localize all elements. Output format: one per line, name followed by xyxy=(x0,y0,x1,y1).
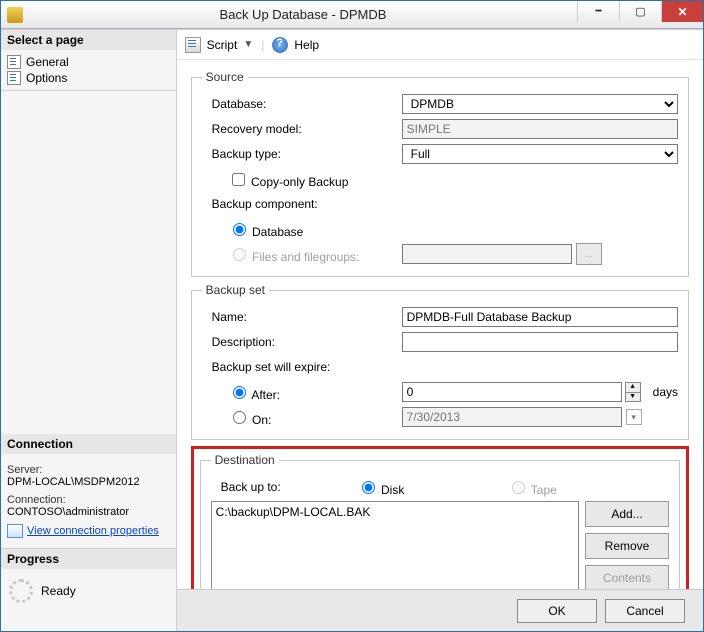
backup-component-label: Backup component: xyxy=(202,197,402,211)
progress-spinner-icon xyxy=(9,579,33,603)
bs-expire-label: Backup set will expire: xyxy=(202,360,402,374)
cancel-button[interactable]: Cancel xyxy=(605,599,685,623)
expire-after-stepper[interactable]: ▲▼ xyxy=(625,382,641,402)
server-label: Server: xyxy=(7,464,170,476)
page-general[interactable]: General xyxy=(7,54,170,70)
ok-button[interactable]: OK xyxy=(517,599,597,623)
script-dropdown-icon[interactable]: ▼ xyxy=(243,39,253,50)
progress-status: Ready xyxy=(41,584,76,598)
component-files-radio: Files and filegroups: xyxy=(228,250,360,264)
progress-header: Progress xyxy=(1,549,176,569)
help-icon xyxy=(272,37,288,53)
select-page-header: Select a page xyxy=(1,30,176,50)
destination-list-item[interactable]: C:\backup\DPM-LOCAL.BAK xyxy=(216,505,574,519)
connection-label: Connection: xyxy=(7,494,170,506)
connection-header: Connection xyxy=(1,434,176,454)
left-pane: Select a page General Options Connection xyxy=(1,30,177,631)
server-value: DPM-LOCAL\MSDPM2012 xyxy=(7,476,170,488)
calendar-dropdown-icon: ▾ xyxy=(626,409,642,425)
toolbar: Script ▼ | Help xyxy=(177,30,703,60)
destination-group: Destination Back up to: Disk Tape C:\bac… xyxy=(200,453,680,589)
recovery-model-label: Recovery model: xyxy=(202,122,402,136)
copy-only-checkbox[interactable]: Copy-only Backup xyxy=(228,175,349,189)
expire-after-unit: days xyxy=(653,385,678,399)
maximize-button[interactable] xyxy=(619,1,661,22)
right-pane: Script ▼ | Help Source Database: DPMDB R… xyxy=(177,30,703,631)
expire-on-radio[interactable]: On: xyxy=(228,413,272,427)
remove-button[interactable]: Remove xyxy=(585,533,669,559)
app-icon xyxy=(7,7,23,23)
filegroups-field xyxy=(402,244,572,264)
expire-after-value[interactable] xyxy=(402,382,622,402)
database-label: Database: xyxy=(202,97,402,111)
expire-on-date xyxy=(402,407,622,427)
backup-type-select[interactable]: Full xyxy=(402,144,678,164)
backup-type-label: Backup type: xyxy=(202,147,402,161)
destination-list[interactable]: C:\backup\DPM-LOCAL.BAK xyxy=(211,501,579,589)
recovery-model-field xyxy=(402,119,678,139)
backup-database-dialog: Back Up Database - DPMDB Select a page G… xyxy=(0,0,704,632)
view-connection-properties-link[interactable]: View connection properties xyxy=(27,525,159,537)
titlebar[interactable]: Back Up Database - DPMDB xyxy=(1,1,703,29)
dest-tape-radio: Tape xyxy=(507,478,557,497)
bs-desc-field[interactable] xyxy=(402,332,678,352)
filegroups-browse-button: ... xyxy=(576,243,602,265)
dest-disk-radio[interactable]: Disk xyxy=(357,478,507,497)
expire-after-radio[interactable]: After: xyxy=(228,388,280,402)
bs-desc-label: Description: xyxy=(202,335,402,349)
close-button[interactable] xyxy=(661,1,703,22)
destination-highlight: Destination Back up to: Disk Tape C:\bac… xyxy=(191,446,689,589)
source-group: Source Database: DPMDB Recovery model: B… xyxy=(191,70,689,277)
bs-name-field[interactable] xyxy=(402,307,678,327)
database-select[interactable]: DPMDB xyxy=(402,94,678,114)
backup-to-label: Back up to: xyxy=(211,480,357,494)
contents-button: Contents xyxy=(585,565,669,589)
bs-name-label: Name: xyxy=(202,310,402,324)
backup-set-group: Backup set Name: Description: Backup set… xyxy=(191,283,689,440)
minimize-button[interactable] xyxy=(577,1,619,22)
page-icon xyxy=(7,55,21,69)
script-icon xyxy=(185,37,201,53)
help-button[interactable]: Help xyxy=(294,38,319,52)
window-title: Back Up Database - DPMDB xyxy=(29,7,577,22)
page-options[interactable]: Options xyxy=(7,70,170,86)
connection-icon xyxy=(7,524,23,538)
dialog-button-bar: OK Cancel xyxy=(177,589,703,631)
component-database-radio[interactable]: Database xyxy=(228,225,304,239)
page-icon xyxy=(7,71,21,85)
add-button[interactable]: Add... xyxy=(585,501,669,527)
connection-value: CONTOSO\administrator xyxy=(7,506,170,518)
script-button[interactable]: Script xyxy=(207,38,238,52)
